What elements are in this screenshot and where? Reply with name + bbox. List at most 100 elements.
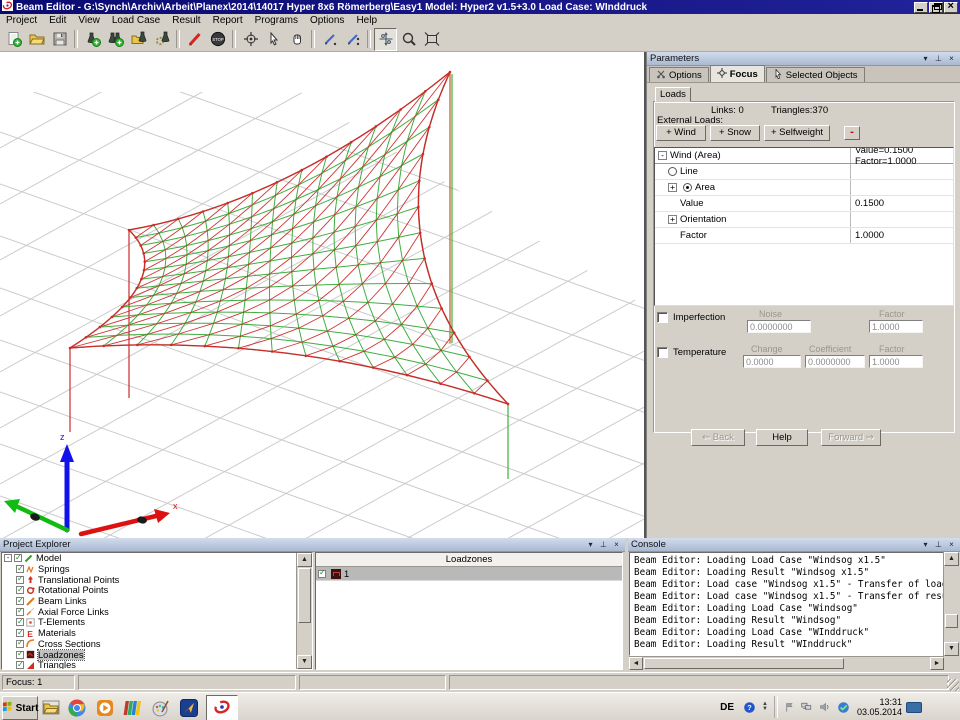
scrollbar-thumb[interactable] bbox=[644, 658, 844, 669]
menu-report[interactable]: Report bbox=[207, 14, 249, 27]
expand-icon[interactable]: + bbox=[668, 183, 677, 192]
panel-menu-icon[interactable]: ▾ bbox=[920, 54, 931, 64]
scrollbar-thumb[interactable] bbox=[298, 568, 311, 623]
loadzones-list-header[interactable]: Loadzones bbox=[316, 553, 622, 567]
console-hscrollbar[interactable]: ◄ ► bbox=[629, 656, 944, 671]
open-load-case-button[interactable] bbox=[127, 28, 150, 51]
tab-options[interactable]: Options bbox=[649, 67, 709, 82]
tree-item-axial-force-links[interactable]: Axial Force Links bbox=[2, 606, 312, 617]
draw-polyline-button[interactable] bbox=[341, 28, 364, 51]
menu-view[interactable]: View bbox=[72, 14, 106, 27]
stop-button[interactable]: STOP bbox=[206, 28, 229, 51]
scroll-up-icon[interactable]: ▲ bbox=[297, 553, 312, 567]
collapse-icon[interactable]: - bbox=[4, 554, 12, 562]
grid-row-wind-area[interactable]: -Wind (Area)Value=0.1500 Factor=1.0000 bbox=[655, 148, 953, 164]
tree-item-springs[interactable]: Springs bbox=[2, 564, 312, 575]
tree-item-model[interactable]: -Model bbox=[2, 553, 312, 564]
loadzones-list-item[interactable]: 1 bbox=[316, 567, 622, 581]
tray-expand-icon[interactable]: ▲▼ bbox=[762, 702, 768, 712]
new-project-button[interactable] bbox=[2, 28, 25, 51]
panel-menu-icon[interactable]: ▾ bbox=[585, 540, 596, 550]
change-field[interactable]: 0.0000 bbox=[743, 355, 801, 368]
tree-checkbox[interactable] bbox=[16, 618, 24, 626]
imperfection-factor-field[interactable]: 1.0000 bbox=[869, 320, 923, 333]
explorer-folder-icon[interactable] bbox=[38, 696, 64, 720]
zoom-button[interactable] bbox=[397, 28, 420, 51]
tree-item-triangles[interactable]: Triangles bbox=[2, 660, 312, 670]
grid-row-line[interactable]: Line bbox=[655, 164, 953, 180]
tree-item-materials[interactable]: EMaterials bbox=[2, 628, 312, 639]
pin-icon[interactable]: ⊥ bbox=[598, 540, 609, 550]
network-tray-icon[interactable] bbox=[801, 701, 813, 713]
mark-pen-button[interactable] bbox=[183, 28, 206, 51]
draw-line-button[interactable] bbox=[318, 28, 341, 51]
tree-checkbox[interactable] bbox=[16, 576, 24, 584]
load-case-settings-button[interactable] bbox=[150, 28, 173, 51]
console-vscrollbar[interactable]: ▲ ▼ bbox=[943, 552, 959, 656]
grid-row-area[interactable]: +Area bbox=[655, 180, 953, 196]
scroll-left-icon[interactable]: ◄ bbox=[629, 657, 643, 670]
viewport-3d[interactable]: zx bbox=[0, 52, 646, 538]
close-icon[interactable]: × bbox=[946, 54, 957, 64]
taskbar-active-app[interactable] bbox=[206, 695, 238, 720]
tab-loads[interactable]: Loads bbox=[655, 87, 691, 102]
flag-tray-icon[interactable] bbox=[784, 702, 795, 713]
menu-load-case[interactable]: Load Case bbox=[106, 14, 166, 27]
scroll-up-icon[interactable]: ▲ bbox=[944, 552, 959, 566]
tab-selected-objects[interactable]: Selected Objects bbox=[766, 67, 865, 82]
remove-load-button[interactable]: - bbox=[844, 126, 860, 140]
add-wind-button[interactable]: + Wind bbox=[656, 125, 706, 141]
imperfection-checkbox[interactable] bbox=[657, 312, 668, 323]
menu-options[interactable]: Options bbox=[304, 14, 350, 27]
tree-checkbox[interactable] bbox=[16, 661, 24, 669]
tree-checkbox[interactable] bbox=[14, 554, 22, 562]
library-icon[interactable] bbox=[119, 696, 145, 720]
loadzone-checkbox[interactable] bbox=[318, 570, 326, 578]
start-button[interactable]: Start bbox=[2, 696, 38, 720]
scroll-down-icon[interactable]: ▼ bbox=[944, 642, 959, 656]
duplicate-load-case-button[interactable] bbox=[104, 28, 127, 51]
help-icon[interactable]: ? bbox=[743, 701, 756, 714]
menu-result[interactable]: Result bbox=[166, 14, 206, 27]
menu-programs[interactable]: Programs bbox=[249, 14, 304, 27]
scroll-down-icon[interactable]: ▼ bbox=[297, 655, 312, 669]
scroll-right-icon[interactable]: ► bbox=[930, 657, 944, 670]
navigator-icon[interactable] bbox=[176, 696, 202, 720]
tree-checkbox[interactable] bbox=[16, 565, 24, 573]
console-output[interactable]: Beam Editor: Loading Load Case "Windsog … bbox=[629, 552, 944, 656]
forward-button[interactable]: Forward ⇒ bbox=[821, 429, 881, 446]
tree-item-rotational-points[interactable]: Rotational Points bbox=[2, 585, 312, 596]
tree-checkbox[interactable] bbox=[16, 608, 24, 616]
radio-line[interactable] bbox=[668, 167, 677, 176]
temperature-factor-field[interactable]: 1.0000 bbox=[869, 355, 923, 368]
coefficient-field[interactable]: 0.0000000 bbox=[805, 355, 865, 368]
expand-icon[interactable]: + bbox=[668, 215, 677, 224]
grid-row-factor[interactable]: Factor1.0000 bbox=[655, 228, 953, 244]
zoom-extents-button[interactable] bbox=[420, 28, 443, 51]
tree-item-loadzones[interactable]: Loadzones bbox=[2, 649, 312, 660]
tree-checkbox[interactable] bbox=[16, 597, 24, 605]
back-button[interactable]: ⇐ Back bbox=[691, 429, 745, 446]
minimize-icon[interactable] bbox=[914, 2, 928, 13]
open-project-button[interactable] bbox=[25, 28, 48, 51]
resize-grip[interactable] bbox=[947, 679, 959, 691]
menu-edit[interactable]: Edit bbox=[43, 14, 72, 27]
add-load-case-button[interactable] bbox=[81, 28, 104, 51]
noise-field[interactable]: 0.0000000 bbox=[747, 320, 811, 333]
show-desktop-button[interactable] bbox=[906, 702, 922, 713]
tree-item-translational-points[interactable]: Translational Points bbox=[2, 574, 312, 585]
grab-hand-button[interactable] bbox=[285, 28, 308, 51]
language-indicator[interactable]: DE bbox=[720, 702, 734, 713]
radio-area[interactable] bbox=[683, 183, 692, 192]
pin-icon[interactable]: ⊥ bbox=[933, 540, 944, 550]
add-selfweight-button[interactable]: + Selfweight bbox=[764, 125, 830, 141]
media-player-icon[interactable] bbox=[92, 696, 118, 720]
temperature-checkbox[interactable] bbox=[657, 347, 668, 358]
tree-item-beam-links[interactable]: Beam Links bbox=[2, 596, 312, 607]
focus-links-button[interactable] bbox=[374, 28, 397, 51]
save-project-button[interactable] bbox=[48, 28, 71, 51]
select-cursor-button[interactable] bbox=[262, 28, 285, 51]
tree-checkbox[interactable] bbox=[16, 640, 24, 648]
help-button[interactable]: Help bbox=[756, 429, 808, 446]
chrome-icon[interactable] bbox=[64, 696, 90, 720]
